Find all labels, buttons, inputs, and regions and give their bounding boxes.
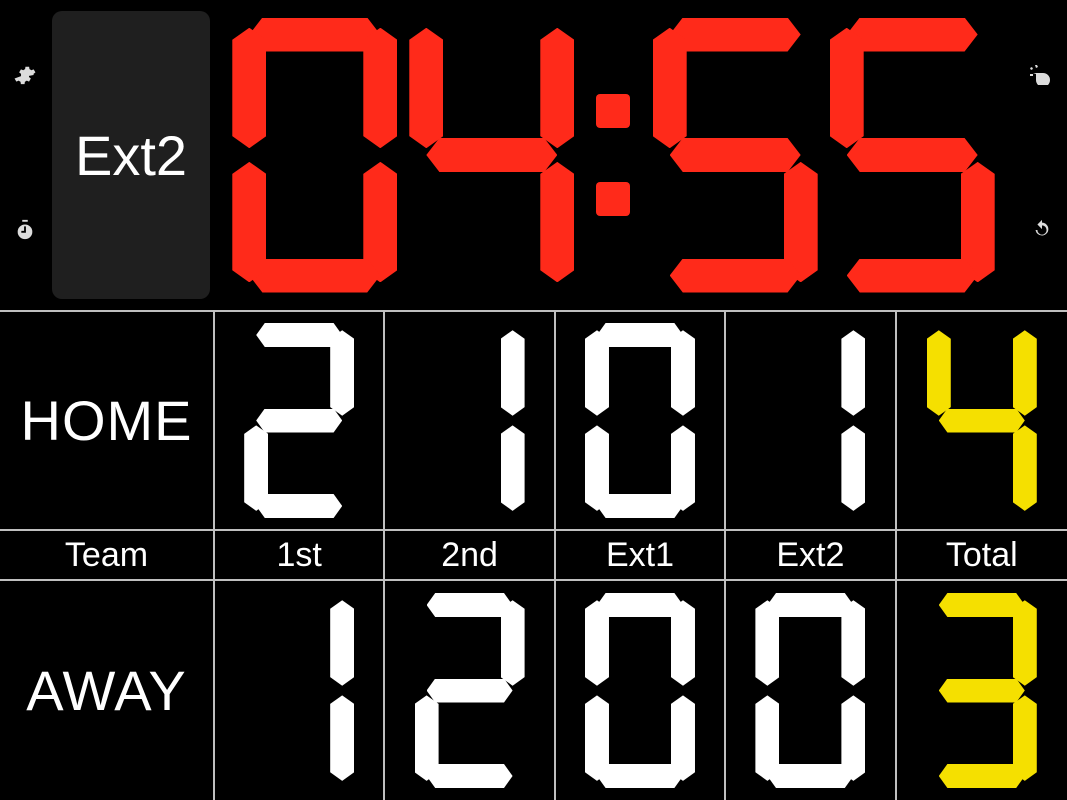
home-2nd[interactable] <box>385 312 555 531</box>
header-team: Team <box>0 531 215 581</box>
period-selector[interactable]: Ext2 <box>52 11 210 299</box>
right-controls <box>1017 0 1067 310</box>
whistle-icon[interactable] <box>1030 65 1054 90</box>
period-label: Ext2 <box>75 123 187 188</box>
home-team-label[interactable]: HOME <box>0 312 215 531</box>
refresh-icon[interactable] <box>1031 219 1053 246</box>
away-total[interactable] <box>897 581 1067 800</box>
clock-area: Ext2 <box>0 0 1067 310</box>
header-ext1: Ext1 <box>556 531 726 581</box>
left-controls <box>0 0 50 310</box>
score-grid: HOME Team 1st 2nd Ext1 Ext2 Total AWAY <box>0 310 1067 800</box>
gear-icon[interactable] <box>14 64 36 91</box>
header-total: Total <box>897 531 1067 581</box>
home-ext1[interactable] <box>556 312 726 531</box>
home-1st[interactable] <box>215 312 385 531</box>
away-1st[interactable] <box>215 581 385 800</box>
header-1st: 1st <box>215 531 385 581</box>
away-team-label[interactable]: AWAY <box>0 581 215 800</box>
home-total[interactable] <box>897 312 1067 531</box>
away-ext1[interactable] <box>556 581 726 800</box>
away-ext2[interactable] <box>726 581 896 800</box>
header-ext2: Ext2 <box>726 531 896 581</box>
away-2nd[interactable] <box>385 581 555 800</box>
header-2nd: 2nd <box>385 531 555 581</box>
game-clock[interactable] <box>210 0 1017 310</box>
stopwatch-icon[interactable] <box>14 219 36 246</box>
home-ext2[interactable] <box>726 312 896 531</box>
